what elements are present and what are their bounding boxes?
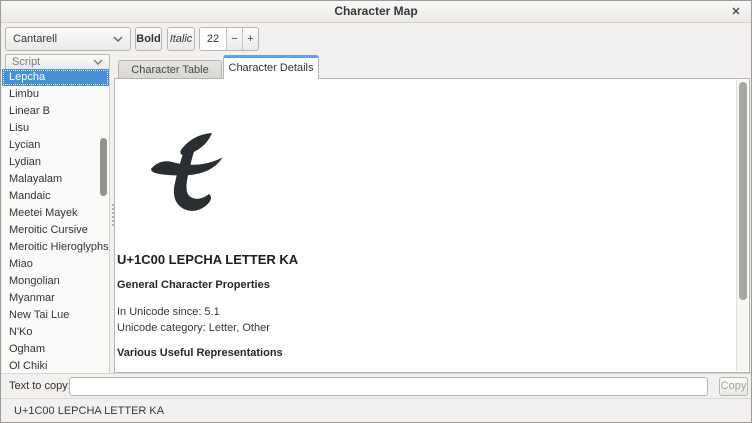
copy-button[interactable]: Copy: [719, 377, 748, 396]
script-list-item-label: Meroitic Cursive: [9, 224, 88, 236]
copy-bar: Text to copy: Copy: [1, 373, 751, 398]
toolbar: Cantarell Bold Italic 22 − +: [1, 23, 751, 55]
bold-button[interactable]: Bold: [135, 27, 162, 51]
decrease-font-button[interactable]: −: [226, 28, 242, 50]
script-list-item-label: Ol Chiki: [9, 360, 48, 372]
script-list-item-label: Lydian: [9, 156, 41, 168]
script-list-item-label: Mongolian: [9, 275, 60, 287]
text-to-copy-input[interactable]: [69, 377, 708, 396]
character-details-pane: U+1C00 LEPCHA LETTER KA General Characte…: [114, 78, 750, 373]
script-list-item-label: Lycian: [9, 139, 40, 151]
script-list-item-label: Meetei Mayek: [9, 207, 77, 219]
script-list-item[interactable]: Lycian: [2, 137, 109, 154]
script-list: Lepcha Limbu Linear B Lisu Lycian Lydian…: [2, 69, 110, 373]
chevron-down-icon: [93, 59, 103, 65]
details-scrollbar-track[interactable]: [736, 80, 748, 371]
script-list-item[interactable]: Mongolian: [2, 273, 109, 290]
script-list-item-label: Mandaic: [9, 190, 51, 202]
script-list-item[interactable]: Lisu: [2, 120, 109, 137]
script-list-item-label: Linear B: [9, 105, 50, 117]
script-list-item[interactable]: Malayalam: [2, 171, 109, 188]
script-list-item-label: Myanmar: [9, 292, 55, 304]
script-list-item[interactable]: N'Ko: [2, 324, 109, 341]
sidebar-scrollbar-thumb[interactable]: [100, 138, 107, 196]
italic-button[interactable]: Italic: [167, 27, 195, 51]
tab-character-details[interactable]: Character Details: [223, 55, 319, 79]
titlebar: Character Map ✕: [1, 1, 751, 23]
script-list-item-label: Lisu: [9, 122, 29, 134]
text-to-copy-label: Text to copy:: [9, 374, 71, 399]
script-dropdown[interactable]: Script: [5, 54, 110, 70]
script-list-item-label: New Tai Lue: [9, 309, 69, 321]
increase-font-button[interactable]: +: [242, 28, 258, 50]
script-list-item[interactable]: Meroitic Cursive: [2, 222, 109, 239]
close-icon[interactable]: ✕: [728, 4, 744, 20]
font-family-value: Cantarell: [13, 33, 113, 45]
script-list-item-label: N'Ko: [9, 326, 33, 338]
unicode-category: Unicode category: Letter, Other: [117, 322, 270, 334]
details-scrollbar-thumb[interactable]: [739, 82, 747, 300]
script-list-item-label: Miao: [9, 258, 33, 270]
script-list-item[interactable]: Meroitic Hieroglyphs: [2, 239, 109, 256]
script-list-item[interactable]: Lydian: [2, 154, 109, 171]
tab-character-table[interactable]: Character Table: [118, 60, 222, 79]
script-dropdown-label: Script: [12, 56, 93, 68]
script-list-item[interactable]: Linear B: [2, 103, 109, 120]
script-list-item[interactable]: Ogham: [2, 341, 109, 358]
lepcha-ka-glyph: [149, 127, 227, 219]
script-list-item-label: Malayalam: [9, 173, 62, 185]
script-list-item[interactable]: New Tai Lue: [2, 307, 109, 324]
unicode-since: In Unicode since: 5.1: [117, 306, 220, 318]
script-list-item-label: Lepcha: [9, 71, 45, 83]
font-size-spinner: 22 − +: [199, 27, 259, 51]
script-list-item[interactable]: Mandaic: [2, 188, 109, 205]
section-representations: Various Useful Representations: [117, 347, 283, 359]
script-list-item[interactable]: Ol Chiki: [2, 358, 109, 373]
script-list-item[interactable]: Meetei Mayek: [2, 205, 109, 222]
chevron-down-icon: [113, 36, 123, 42]
notebook: Character Table Character Details U+1C00…: [114, 55, 750, 373]
status-bar: U+1C00 LEPCHA LETTER KA: [1, 398, 751, 423]
font-size-value[interactable]: 22: [200, 28, 226, 50]
script-list-item-label: Meroitic Hieroglyphs: [9, 241, 109, 253]
script-list-item[interactable]: Limbu: [2, 86, 109, 103]
script-list-item[interactable]: Lepcha: [2, 69, 109, 86]
script-list-item[interactable]: Myanmar: [2, 290, 109, 307]
script-list-item[interactable]: Miao: [2, 256, 109, 273]
status-text: U+1C00 LEPCHA LETTER KA: [14, 399, 164, 423]
font-family-dropdown[interactable]: Cantarell: [5, 27, 131, 51]
window-title: Character Map: [1, 1, 751, 23]
section-general-properties: General Character Properties: [117, 279, 270, 291]
character-title: U+1C00 LEPCHA LETTER KA: [117, 252, 298, 267]
script-list-item-label: Limbu: [9, 88, 39, 100]
character-map-window: Character Map ✕ Cantarell Bold Italic 22…: [0, 0, 752, 423]
script-list-item-label: Ogham: [9, 343, 45, 355]
